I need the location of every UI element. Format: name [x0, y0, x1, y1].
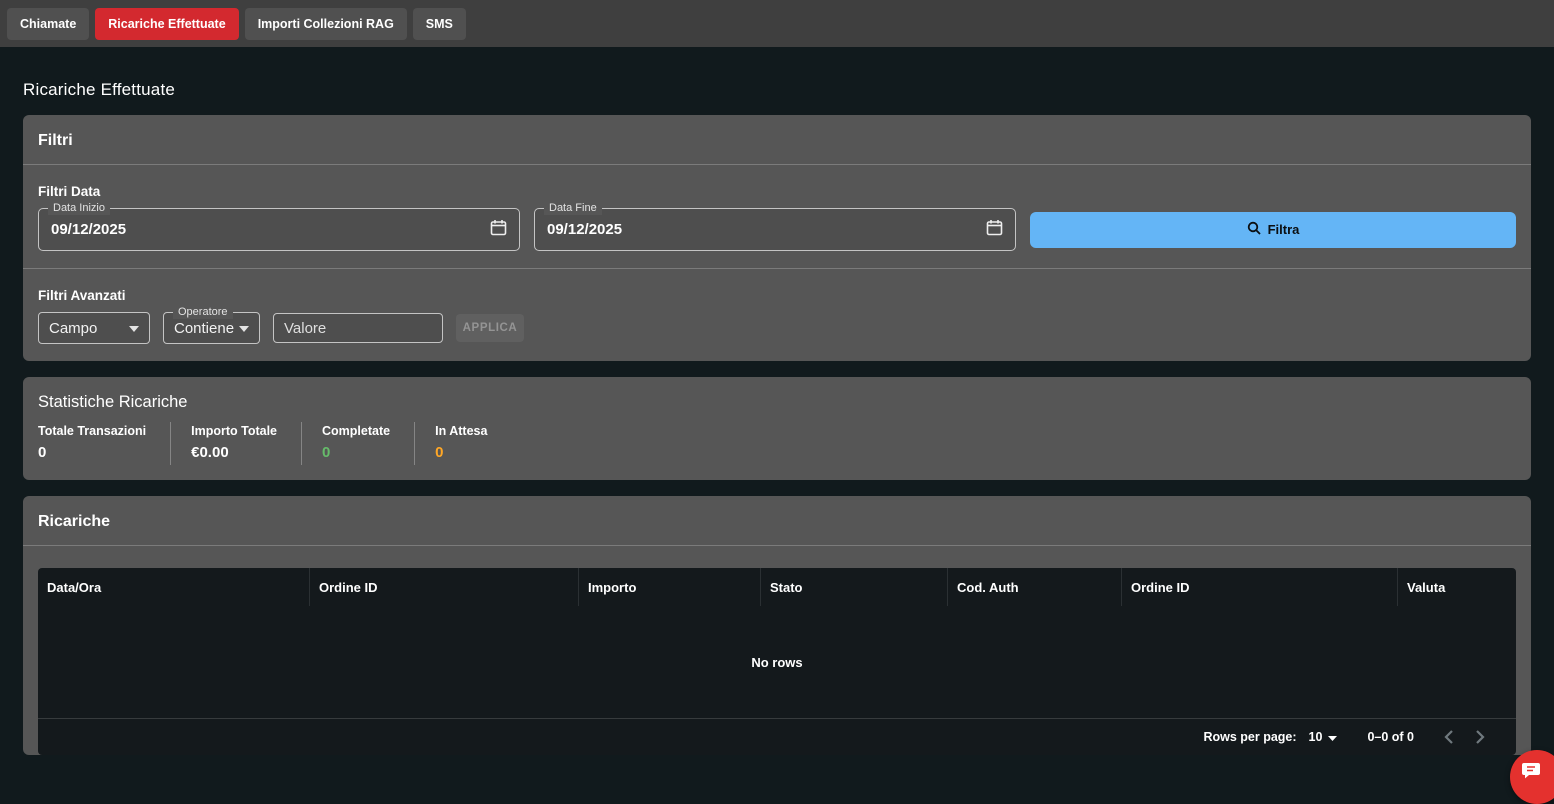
ricariche-panel-title: Ricariche [38, 513, 1516, 531]
column-header-data-ora[interactable]: Data/Ora [38, 568, 310, 606]
tab-chiamate[interactable]: Chiamate [7, 8, 89, 40]
calendar-icon[interactable] [490, 219, 507, 241]
no-rows-message: No rows [751, 655, 802, 670]
top-tab-bar: Chiamate Ricariche Effettuate Importi Co… [0, 0, 1554, 47]
filters-panel-header: Filtri [23, 115, 1531, 164]
table-pagination: Rows per page: 10 0–0 of 0 [38, 718, 1516, 755]
end-date-label: Data Fine [544, 202, 602, 215]
stats-row: Totale Transazioni 0 Importo Totale €0.0… [38, 422, 1516, 465]
stat-value: €0.00 [191, 444, 277, 461]
chevron-left-icon [1444, 730, 1453, 744]
column-header-ordine-id-2[interactable]: Ordine ID [1122, 568, 1398, 606]
chevron-down-icon [129, 319, 139, 337]
stat-totale-transazioni: Totale Transazioni 0 [38, 422, 170, 465]
stat-label: Importo Totale [191, 424, 277, 438]
tab-ricariche-effettuate[interactable]: Ricariche Effettuate [95, 8, 238, 40]
value-input[interactable] [284, 320, 432, 337]
stat-value: 0 [435, 444, 487, 461]
end-date-field[interactable]: Data Fine 09/12/2025 [534, 208, 1016, 251]
ricariche-panel-header: Ricariche [23, 496, 1531, 545]
operator-select-label: Operatore [173, 306, 233, 319]
pagination-range: 0–0 of 0 [1367, 730, 1414, 744]
value-field-wrap [273, 313, 443, 343]
stat-in-attesa: In Attesa 0 [414, 422, 511, 465]
tab-importi-collezioni-rag[interactable]: Importi Collezioni RAG [245, 8, 407, 40]
filtra-button-label: Filtra [1268, 222, 1300, 237]
column-header-valuta[interactable]: Valuta [1398, 568, 1516, 606]
chevron-down-icon [1328, 728, 1337, 746]
advanced-filters-row: Campo Operatore Contiene APPLICA [38, 312, 1516, 344]
ricariche-table: Data/Ora Ordine ID Importo Stato Cod. Au… [38, 568, 1516, 755]
filters-panel-title: Filtri [38, 132, 1516, 150]
start-date-field[interactable]: Data Inizio 09/12/2025 [38, 208, 520, 251]
date-filters-row: Data Inizio 09/12/2025 Data Fine 09/12/2… [38, 208, 1516, 251]
stats-panel-title: Statistiche Ricariche [38, 393, 1516, 412]
stat-value: 0 [322, 444, 390, 461]
chat-icon [1522, 760, 1542, 783]
stat-importo-totale: Importo Totale €0.00 [170, 422, 301, 465]
tab-sms[interactable]: SMS [413, 8, 466, 40]
table-empty-body: No rows [38, 606, 1516, 718]
field-select-value: Campo [49, 320, 97, 337]
stats-panel: Statistiche Ricariche Totale Transazioni… [23, 377, 1531, 480]
operator-select[interactable]: Operatore Contiene [163, 312, 260, 344]
stat-label: In Attesa [435, 424, 487, 438]
page-title: Ricariche Effettuate [23, 80, 1531, 100]
column-header-stato[interactable]: Stato [761, 568, 948, 606]
filters-panel: Filtri Filtri Data Data Inizio 09/12/202… [23, 115, 1531, 361]
stat-completate: Completate 0 [301, 422, 414, 465]
divider [23, 545, 1531, 546]
next-page-button[interactable] [1468, 725, 1492, 749]
operator-select-value: Contiene [174, 320, 234, 337]
stat-label: Totale Transazioni [38, 424, 146, 438]
table-header-row: Data/Ora Ordine ID Importo Stato Cod. Au… [38, 568, 1516, 606]
start-date-value: 09/12/2025 [51, 221, 126, 238]
column-header-importo[interactable]: Importo [579, 568, 761, 606]
column-header-cod-auth[interactable]: Cod. Auth [948, 568, 1122, 606]
start-date-label: Data Inizio [48, 202, 110, 215]
column-header-ordine-id[interactable]: Ordine ID [310, 568, 579, 606]
chat-fab-button[interactable] [1510, 750, 1554, 804]
ricariche-panel: Ricariche Data/Ora Ordine ID Importo Sta… [23, 496, 1531, 755]
previous-page-button[interactable] [1436, 725, 1460, 749]
stat-value: 0 [38, 444, 146, 461]
field-select[interactable]: Campo [38, 312, 150, 344]
advanced-filters-section: Filtri Avanzati Campo Operatore Contiene [23, 269, 1531, 361]
chevron-down-icon [239, 319, 249, 337]
rows-per-page-label: Rows per page: [1203, 730, 1296, 744]
stat-label: Completate [322, 424, 390, 438]
page-content: Ricariche Effettuate Filtri Filtri Data … [0, 80, 1554, 755]
date-filters-section: Filtri Data Data Inizio 09/12/2025 [23, 165, 1531, 268]
date-filters-label: Filtri Data [38, 184, 1516, 199]
rows-per-page-select[interactable]: 10 [1309, 728, 1338, 746]
rows-per-page-value: 10 [1309, 730, 1323, 744]
filtra-button[interactable]: Filtra [1030, 212, 1516, 248]
calendar-icon[interactable] [986, 219, 1003, 241]
applica-button[interactable]: APPLICA [456, 314, 524, 342]
end-date-value: 09/12/2025 [547, 221, 622, 238]
chevron-right-icon [1476, 730, 1485, 744]
advanced-filters-label: Filtri Avanzati [38, 288, 1516, 303]
search-icon [1247, 221, 1261, 238]
